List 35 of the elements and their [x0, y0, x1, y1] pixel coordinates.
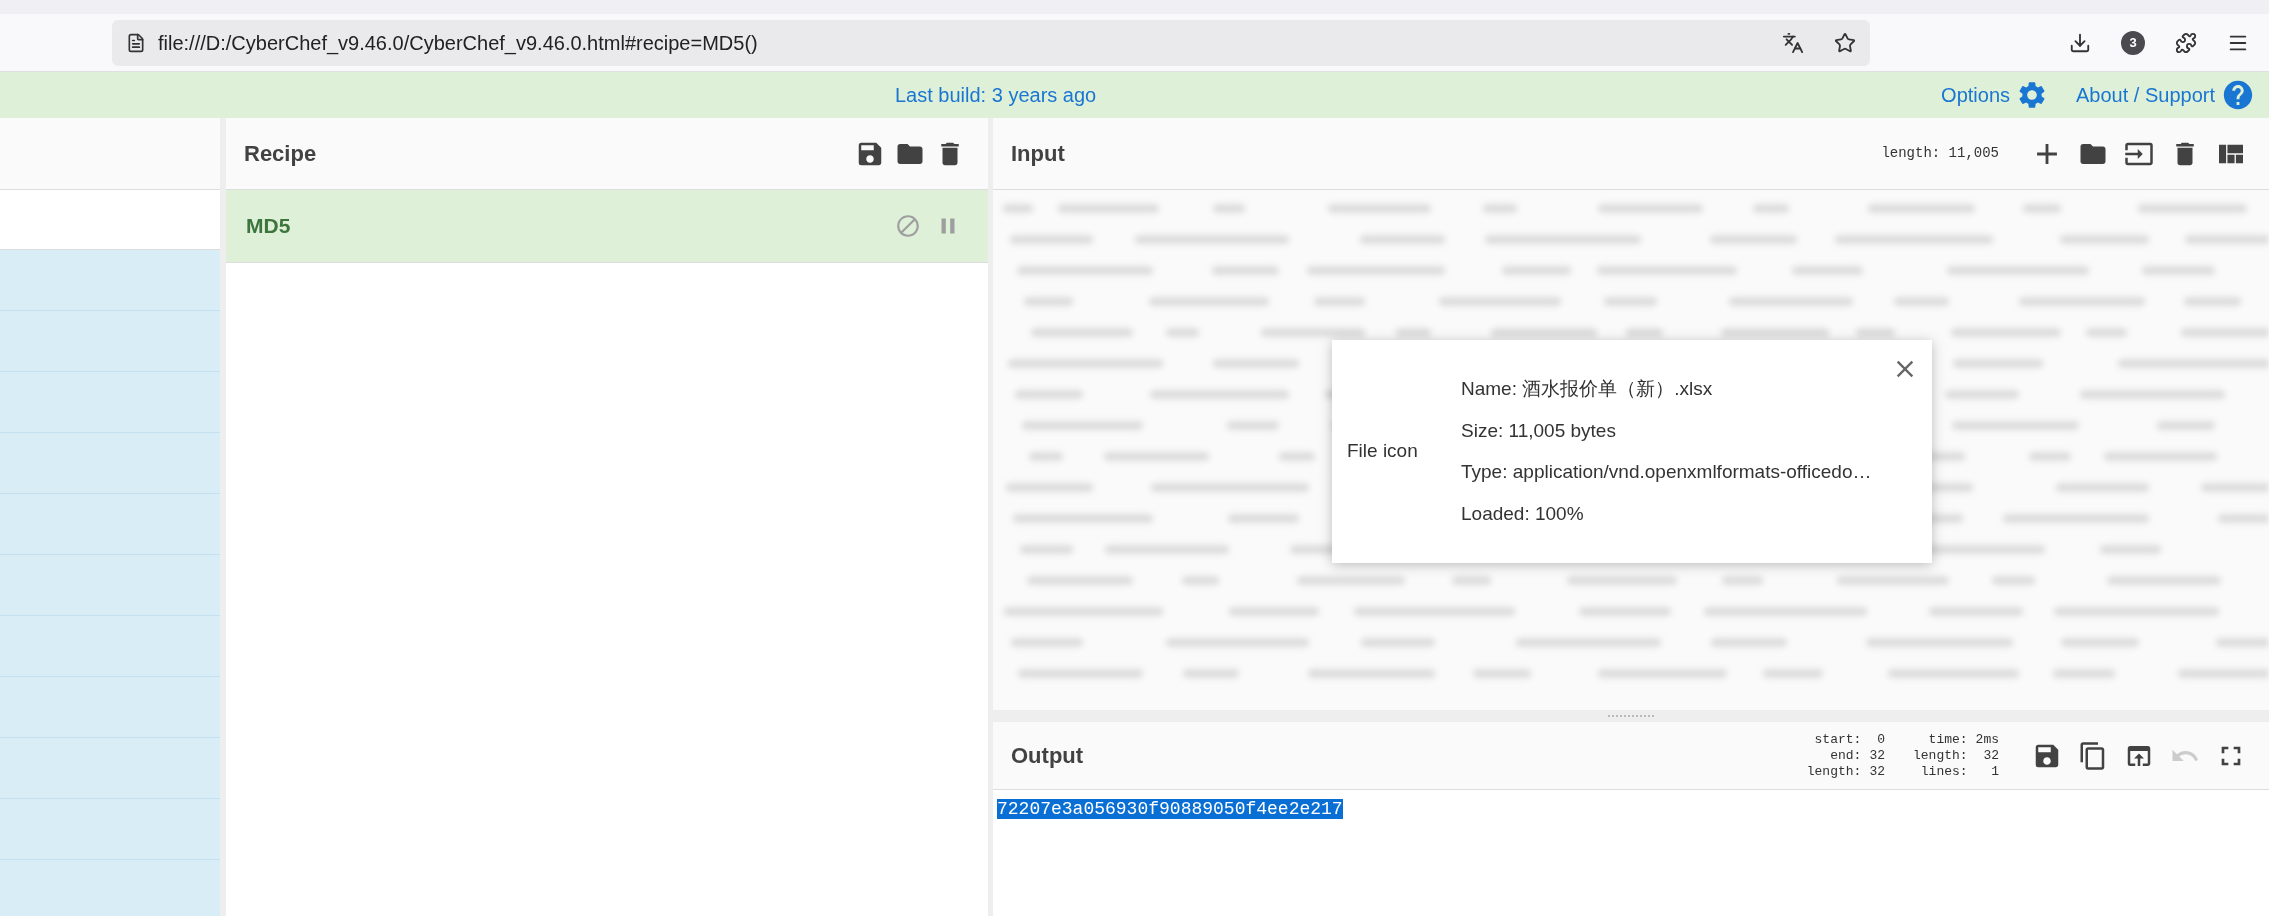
extensions-icon[interactable] — [2175, 31, 2197, 54]
bookmark-star-icon[interactable] — [1834, 31, 1856, 54]
file-detail: Name: 酒水报价单（新）.xlsx — [1461, 377, 1714, 401]
build-info: Last build: 3 years ago — [895, 83, 1097, 108]
panel-title: Recipe — [244, 140, 317, 168]
file-detail: Size: 11,005 bytes — [1461, 418, 1617, 443]
stat-value: 2ms — [1975, 731, 1999, 748]
stat-label: time: — [1927, 731, 1968, 748]
help-icon[interactable] — [2221, 78, 2255, 112]
stat-value: 32 — [1869, 763, 1885, 780]
stat-label: end: — [1829, 747, 1862, 764]
length-info: length: 11,005 — [1881, 144, 1999, 163]
about-support-link[interactable]: About / Support — [2076, 78, 2255, 112]
operation-name: MD5 — [246, 213, 291, 240]
stat-value: 1 — [1990, 763, 1999, 780]
file-icon-label: File icon — [1347, 439, 1419, 464]
stat-label: length: — [1806, 763, 1862, 780]
stat-label: lines: — [1919, 763, 1968, 780]
stat-value: 32 — [1982, 747, 1999, 764]
notification-badge[interactable]: 3 — [2121, 30, 2145, 55]
file-detail: Loaded: 100% — [1461, 501, 1585, 526]
options-link[interactable]: Options — [1941, 79, 2048, 111]
stat-value: 32 — [1869, 747, 1885, 764]
panel-title: Output — [1011, 742, 1084, 770]
output-text: 72207e3a056930f90889050f4ee2e217 — [997, 799, 1343, 819]
address-bar[interactable]: file:///D:/CyberChef_v9.46.0/CyberChef_v9.46.0.html#recipe=MD5() — [112, 19, 1870, 66]
download-icon[interactable] — [2069, 31, 2091, 54]
page-icon — [126, 32, 146, 53]
panel-title: Input — [1011, 140, 1065, 168]
translate-icon[interactable] — [1782, 31, 1804, 54]
file-detail: Type: application/vnd.openxmlformats-officedo… — [1461, 460, 1872, 484]
url-text: file:///D:/CyberChef_v9.46.0/CyberChef_v9.46.0.html#recipe=MD5() — [158, 30, 759, 57]
stat-label: length: — [1912, 747, 1968, 764]
stat-label: start: — [1813, 731, 1862, 748]
stat-value: 0 — [1876, 731, 1885, 748]
